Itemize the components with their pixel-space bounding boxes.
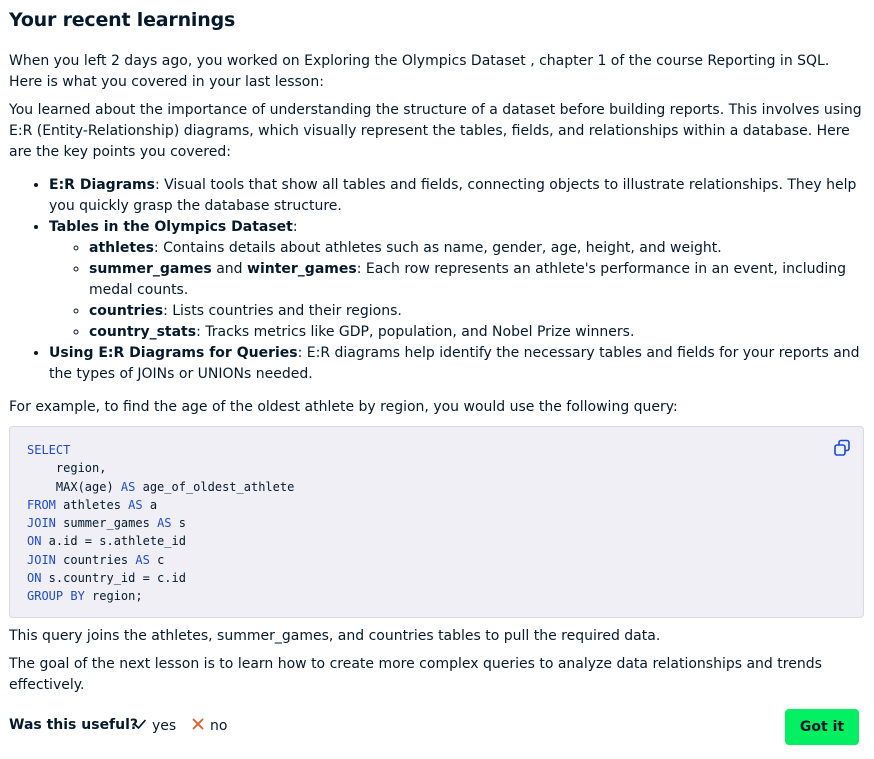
- code-text: s.country_id = c.id: [41, 571, 186, 586]
- code-line: region,: [27, 459, 846, 477]
- list-item: summer_games and winter_games: Each row …: [89, 259, 864, 301]
- code-line: FROM athletes AS a: [27, 496, 846, 514]
- feedback-question: Was this useful?: [9, 717, 139, 733]
- code-line: JOIN countries AS c: [27, 551, 846, 569]
- code-line: GROUP BY region;: [27, 587, 846, 605]
- table-name: countries: [89, 303, 164, 319]
- no-button[interactable]: no: [191, 717, 227, 735]
- learnings-panel: Your recent learnings When you left 2 da…: [0, 0, 874, 696]
- table-desc: : Tracks metrics like GDP, population, a…: [196, 324, 635, 340]
- code-keyword: AS: [157, 516, 172, 531]
- code-line: JOIN summer_games AS s: [27, 514, 846, 532]
- point-term: Tables in the Olympics Dataset: [49, 219, 293, 235]
- code-text: countries: [55, 552, 136, 567]
- code-keyword: ON: [27, 571, 42, 586]
- intro-text: When you left 2 days ago, you worked on …: [9, 53, 830, 90]
- close-icon: [191, 717, 205, 735]
- conjunction: and: [211, 261, 248, 277]
- key-points-list: E:R Diagrams: Visual tools that show all…: [9, 175, 864, 385]
- point-colon: :: [292, 219, 298, 235]
- table-name: country_stats: [89, 324, 197, 340]
- code-keyword: AS: [128, 497, 143, 512]
- code-keyword: SELECT: [27, 443, 71, 457]
- list-item: countries: Lists countries and their reg…: [89, 301, 864, 322]
- page-title: Your recent learnings: [9, 9, 236, 31]
- code-text: a.id = s.athlete_id: [41, 534, 186, 549]
- code-text: a: [142, 497, 158, 512]
- check-icon: [133, 717, 147, 735]
- point-term: Using E:R Diagrams for Queries: [49, 345, 298, 361]
- table-name: winter_games: [247, 261, 357, 277]
- got-it-button[interactable]: Got it: [785, 709, 859, 745]
- code-text: region;: [84, 589, 143, 604]
- code-text: region,: [27, 461, 107, 476]
- list-item: E:R Diagrams: Visual tools that show all…: [49, 175, 864, 217]
- list-item: country_stats: Tracks metrics like GDP, …: [89, 322, 864, 343]
- code-line: MAX(age) AS age_of_oldest_athlete: [27, 478, 846, 496]
- copy-icon[interactable]: [833, 439, 851, 457]
- summary-text: You learned about the importance of unde…: [9, 102, 862, 160]
- feedback-footer: Was this useful? yes no Got it: [9, 709, 859, 745]
- code-keyword: JOIN: [27, 552, 56, 567]
- code-text: c: [149, 552, 165, 567]
- code-keyword: AS: [135, 552, 150, 567]
- code-text: athletes: [55, 497, 129, 512]
- code-keyword: AS: [120, 479, 136, 494]
- table-desc: : Lists countries and their regions.: [163, 303, 402, 319]
- point-term: E:R Diagrams: [49, 177, 155, 193]
- yes-button[interactable]: yes: [133, 717, 176, 735]
- next-goal-text: The goal of the next lesson is to learn …: [9, 656, 822, 693]
- list-item: athletes: Contains details about athlete…: [89, 238, 864, 259]
- code-line: ON s.country_id = c.id: [27, 569, 846, 587]
- code-keyword: GROUP BY: [27, 589, 85, 604]
- code-line: ON a.id = s.athlete_id: [27, 532, 846, 550]
- point-text: : Visual tools that show all tables and …: [49, 177, 857, 214]
- table-name: athletes: [89, 240, 154, 256]
- code-text: age_of_oldest_athlete: [135, 479, 295, 494]
- table-name: summer_games: [89, 261, 212, 277]
- yes-label: yes: [152, 718, 177, 734]
- after-code-text: This query joins the athletes, summer_ga…: [9, 628, 661, 644]
- code-line: SELECT: [27, 441, 846, 459]
- list-item: Tables in the Olympics Dataset: athletes…: [49, 217, 864, 343]
- code-keyword: FROM: [27, 497, 56, 512]
- table-desc: : Contains details about athletes such a…: [153, 240, 722, 256]
- code-keyword: JOIN: [27, 516, 56, 531]
- code-keyword: ON: [27, 534, 42, 549]
- tables-sublist: athletes: Contains details about athlete…: [49, 238, 864, 343]
- code-block: SELECT region, MAX(age) AS age_of_oldest…: [9, 426, 864, 618]
- list-item: Using E:R Diagrams for Queries: E:R diag…: [49, 343, 864, 385]
- example-intro: For example, to find the age of the olde…: [9, 399, 678, 415]
- code-text: MAX(age): [27, 479, 121, 494]
- code-text: summer_games: [55, 516, 158, 531]
- no-label: no: [210, 718, 228, 734]
- code-text: s: [171, 516, 186, 531]
